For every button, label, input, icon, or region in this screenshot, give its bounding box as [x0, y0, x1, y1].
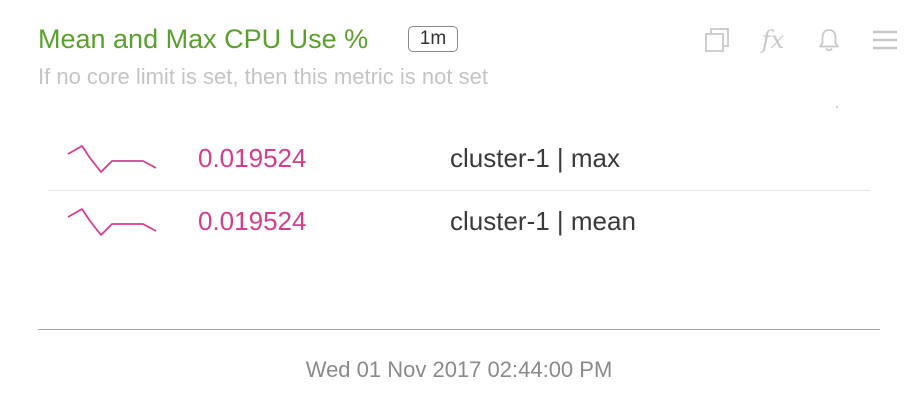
- interval-badge[interactable]: 1m: [408, 26, 458, 52]
- timestamp: Wed 01 Nov 2017 02:44:00 PM: [305, 357, 613, 382]
- alert-button[interactable]: [814, 25, 844, 55]
- panel-subtitle: If no core limit is set, then this metri…: [38, 64, 488, 89]
- panel-toolbar: fx: [676, 22, 900, 58]
- series-value: 0.019524: [198, 143, 307, 173]
- copy-button[interactable]: [702, 25, 732, 55]
- menu-icon: [872, 29, 898, 51]
- series-label: cluster-1 | mean: [450, 206, 636, 236]
- fx-icon: fx: [761, 26, 785, 54]
- panel-header: Mean and Max CPU Use % 1m fx: [38, 20, 900, 60]
- copy-icon: [704, 27, 730, 53]
- series-label: cluster-1 | max: [450, 143, 621, 173]
- series-row-mean[interactable]: 0.019524 cluster-1 | mean: [48, 191, 870, 253]
- bell-icon: [817, 27, 841, 53]
- series-row-max[interactable]: 0.019524 cluster-1 | max: [48, 128, 870, 191]
- sparkline-icon: [67, 145, 157, 173]
- menu-button[interactable]: [870, 25, 900, 55]
- panel-title: Mean and Max CPU Use %: [38, 24, 369, 54]
- series-list: 0.019524 cluster-1 | max 0.019524 cluste…: [48, 128, 870, 253]
- sparkline-icon: [67, 208, 157, 236]
- series-value: 0.019524: [198, 206, 307, 236]
- footer-divider: [38, 329, 880, 330]
- chart-tick: [836, 106, 838, 108]
- formula-button[interactable]: fx: [758, 25, 788, 55]
